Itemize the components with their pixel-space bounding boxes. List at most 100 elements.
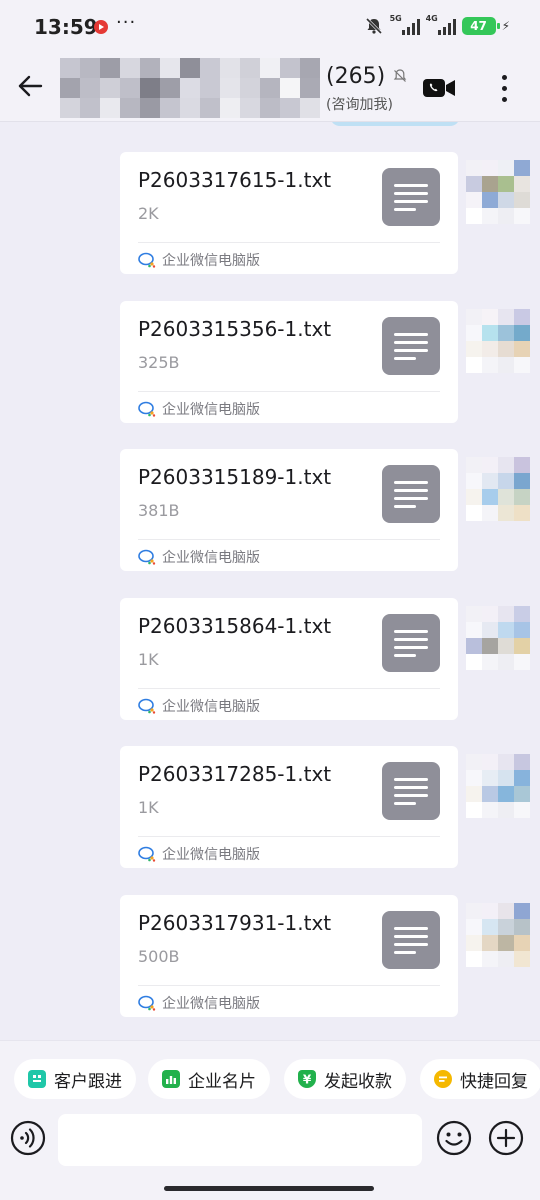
avatar-tile: [466, 473, 482, 489]
avatar-tile: [466, 176, 482, 192]
avatar-tile: [514, 786, 530, 802]
signal-5g-icon: 5G: [390, 14, 420, 35]
mosaic-tile: [280, 98, 300, 118]
member-count[interactable]: (265): [326, 64, 385, 89]
avatar-tile: [498, 160, 514, 176]
avatar-tile: [498, 902, 514, 919]
mosaic-tile: [220, 58, 240, 78]
divider: [138, 984, 440, 986]
avatar-tile: [514, 208, 530, 224]
avatar-tile: [466, 902, 482, 919]
file-size: 2K: [138, 204, 159, 223]
avatar-tile: [482, 950, 498, 967]
file-message-bubble[interactable]: P2603315189-1.txt 381B 企业微信电脑版: [120, 449, 458, 571]
voice-icon[interactable]: [10, 1120, 46, 1156]
customer-follow-button[interactable]: 客户跟进: [14, 1059, 136, 1099]
message-source: 企业微信电脑版: [138, 844, 260, 864]
mosaic-tile: [300, 78, 320, 98]
business-card-button[interactable]: 企业名片: [148, 1059, 270, 1099]
avatar-tile: [514, 902, 530, 919]
avatar-tile: [482, 637, 498, 654]
avatar-tile: [498, 208, 514, 224]
sender-avatar[interactable]: [466, 902, 530, 967]
avatar-tile: [466, 918, 482, 935]
avatar-tile: [498, 621, 514, 638]
avatar-tile: [482, 208, 498, 224]
bolt-icon: ⚡: [501, 19, 510, 33]
avatar-tile: [514, 340, 530, 357]
avatar-tile: [514, 457, 530, 473]
mosaic-tile: [240, 58, 260, 78]
bell-off-icon: [365, 17, 382, 35]
sender-avatar[interactable]: [466, 160, 530, 224]
avatar-tile: [482, 653, 498, 670]
file-message-bubble[interactable]: P2603317285-1.txt 1K 企业微信电脑版: [120, 746, 458, 868]
avatar-tile: [498, 653, 514, 670]
arrow-left-icon[interactable]: [16, 72, 44, 100]
avatar-tile: [498, 934, 514, 951]
message-source: 企业微信电脑版: [138, 547, 260, 567]
mosaic-tile: [200, 98, 220, 118]
avatar-tile: [498, 786, 514, 802]
source-label: 企业微信电脑版: [162, 847, 260, 863]
avatar-tile: [482, 505, 498, 521]
avatar-tile: [482, 489, 498, 505]
previous-message-bubble[interactable]: [330, 122, 460, 126]
sender-avatar[interactable]: [466, 457, 530, 521]
video-call-icon[interactable]: [422, 76, 456, 100]
file-message-bubble[interactable]: P2603315864-1.txt 1K 企业微信电脑版: [120, 597, 458, 720]
message-input[interactable]: [58, 1114, 422, 1166]
mosaic-tile: [80, 78, 100, 98]
avatar-tile: [482, 340, 498, 357]
signal-4g-icon: 4G: [426, 14, 456, 35]
avatar-tile: [514, 473, 530, 489]
avatar-tile: [514, 621, 530, 638]
avatar-tile: [466, 457, 482, 473]
avatar-tile: [498, 308, 514, 325]
start-payment-button[interactable]: ¥ 发起收款: [284, 1059, 406, 1099]
home-indicator[interactable]: [164, 1186, 374, 1191]
wecom-logo-icon: [138, 698, 156, 714]
sender-avatar[interactable]: [466, 605, 530, 670]
quick-reply-button[interactable]: 快捷回复: [420, 1059, 540, 1099]
file-message-bubble[interactable]: P2603317931-1.txt 500B 企业微信电脑版: [120, 894, 458, 1017]
file-message-bubble[interactable]: P2603315356-1.txt 325B 企业微信电脑版: [120, 300, 458, 423]
mosaic-tile: [80, 98, 100, 118]
group-name-redacted[interactable]: [60, 58, 320, 120]
avatar-tile: [466, 637, 482, 654]
mosaic-tile: [220, 78, 240, 98]
file-name: P2603317615-1.txt: [138, 168, 332, 192]
text-file-icon: [382, 613, 440, 672]
avatar-tile: [482, 786, 498, 802]
avatar-tile: [498, 605, 514, 622]
avatar-tile: [482, 934, 498, 951]
avatar-tile: [498, 802, 514, 818]
avatar-tile: [498, 340, 514, 357]
mosaic-tile: [140, 98, 160, 118]
business-card-icon: [162, 1070, 180, 1088]
avatar-tile: [498, 505, 514, 521]
file-message-bubble[interactable]: P2603317615-1.txt 2K 企业微信电脑版: [120, 152, 458, 274]
plus-circle-icon[interactable]: [488, 1120, 524, 1156]
battery-icon: 47: [461, 17, 500, 35]
avatar-tile: [514, 489, 530, 505]
mosaic-tile: [60, 58, 80, 78]
avatar-tile: [482, 160, 498, 176]
mosaic-tile: [100, 58, 120, 78]
mosaic-tile: [60, 78, 80, 98]
avatar-tile: [466, 340, 482, 357]
avatar-tile: [498, 324, 514, 341]
sender-avatar[interactable]: [466, 754, 530, 818]
avatar-tile: [514, 192, 530, 208]
avatar-tile: [482, 473, 498, 489]
source-label: 企业微信电脑版: [162, 401, 260, 418]
avatar-tile: [466, 621, 482, 638]
wecom-logo-icon: [138, 549, 156, 565]
message-list[interactable]: P2603317615-1.txt 2K 企业微信电脑版 P2603315356-1.…: [0, 122, 540, 1040]
more-vertical-icon[interactable]: [496, 72, 512, 102]
emoji-icon[interactable]: [436, 1120, 472, 1156]
mosaic-tile: [120, 58, 140, 78]
sender-avatar[interactable]: [466, 308, 530, 373]
avatar-tile: [514, 637, 530, 654]
mosaic-tile: [60, 98, 80, 118]
